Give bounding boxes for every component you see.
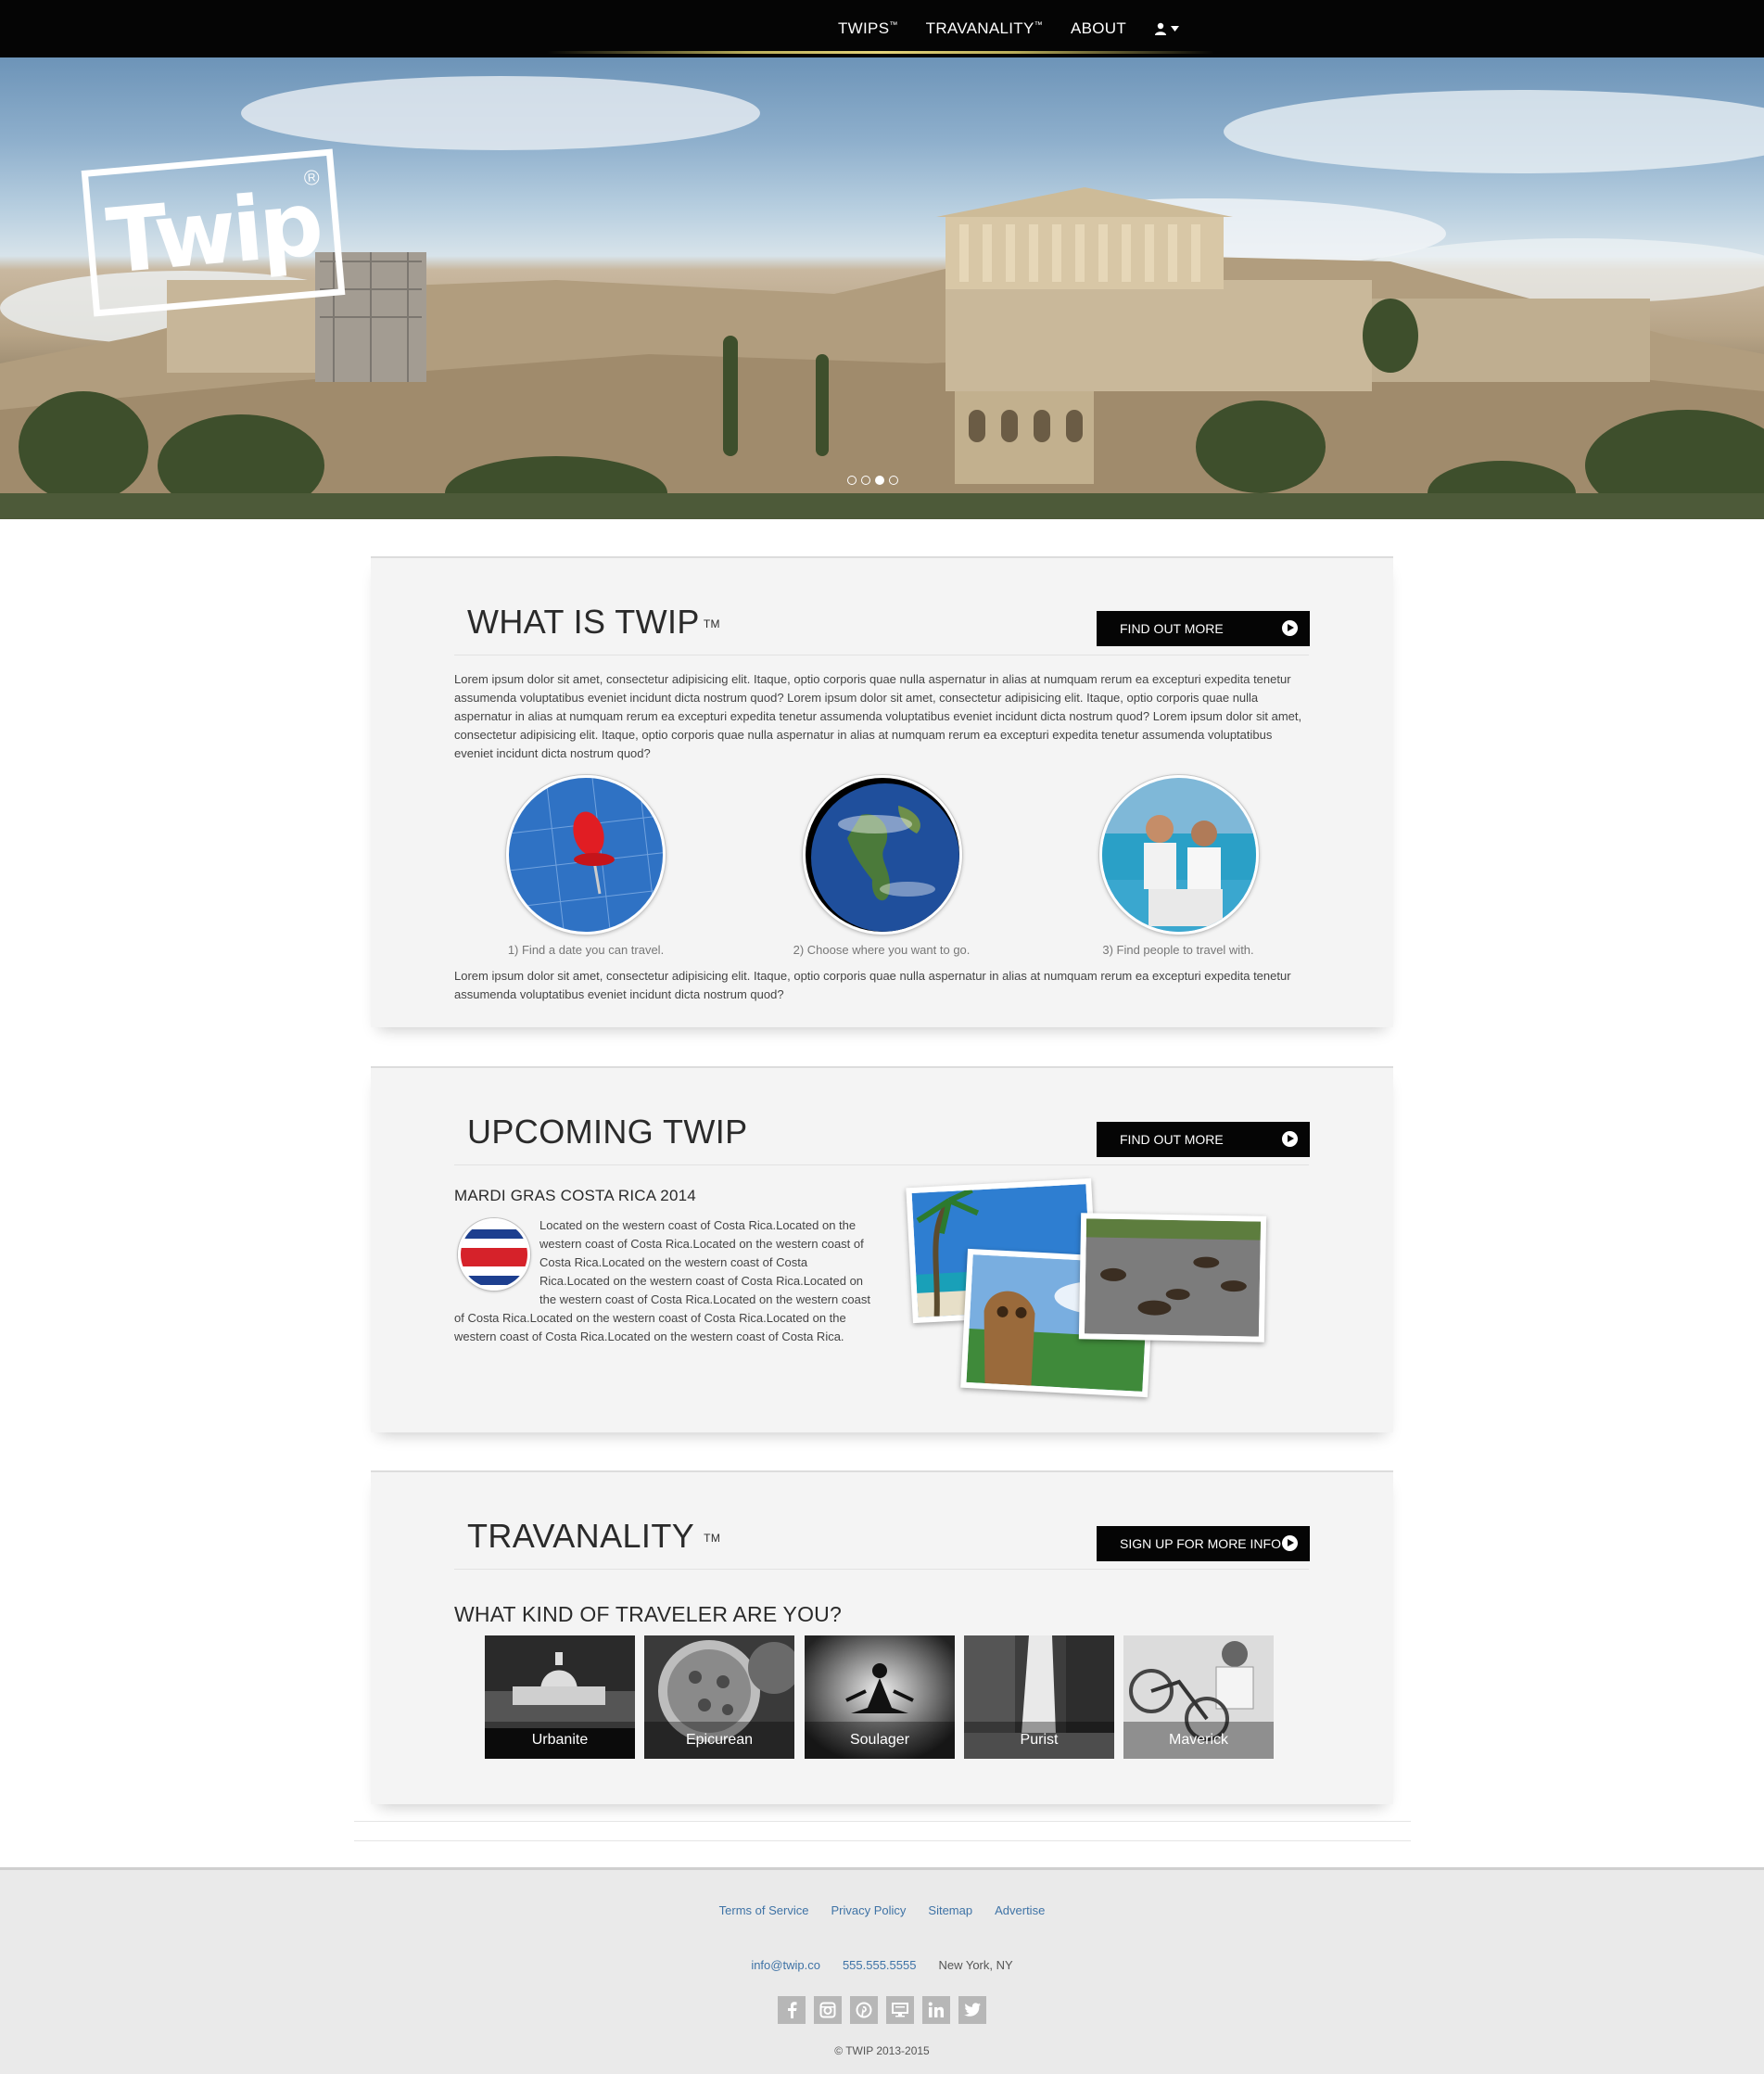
upcoming-find-out-more-button[interactable]: FIND OUT MORE — [1097, 1122, 1310, 1157]
sitemap-link[interactable]: Sitemap — [928, 1903, 972, 1917]
traveler-tile-maverick[interactable]: Maverick — [1123, 1635, 1274, 1759]
section-title: TRAVANALITY TM — [467, 1517, 720, 1556]
logo-wordmark: Twip — [102, 172, 324, 294]
find-out-more-label: FIND OUT MORE — [1120, 621, 1224, 636]
section-divider — [454, 1164, 1309, 1165]
traveler-tile-purist[interactable]: Purist — [964, 1635, 1114, 1759]
traveler-label: Maverick — [1123, 1722, 1274, 1759]
trademark-mark: TM — [704, 1532, 721, 1546]
carousel-dot-1[interactable] — [847, 476, 857, 485]
nav-links: TWIPS™ TRAVANALITY™ ABOUT — [838, 0, 1180, 57]
trip-name: MARDI GRAS COSTA RICA 2014 — [454, 1187, 696, 1204]
step-caption-1: 1) Find a date you can travel. — [507, 943, 665, 957]
carousel-dot-4[interactable] — [889, 476, 898, 485]
what-paragraph-2: Lorem ipsum dolor sit amet, consectetur … — [454, 969, 1291, 1001]
nav-item-twips[interactable]: TWIPS™ — [838, 19, 898, 38]
sign-up-button[interactable]: SIGN UP FOR MORE INFO — [1097, 1526, 1310, 1561]
social-icons — [0, 1996, 1764, 2024]
traveler-label: Purist — [964, 1722, 1114, 1759]
traveler-tile-epicurean[interactable]: Epicurean — [644, 1635, 794, 1759]
nav-item-travanality[interactable]: TRAVANALITY™ — [926, 19, 1043, 38]
arrow-circle-icon — [1282, 1535, 1298, 1551]
nav-item-travanality-tm: ™ — [1034, 19, 1043, 30]
facebook-icon[interactable] — [778, 1996, 806, 2024]
travanality-title-text: TRAVANALITY — [467, 1517, 695, 1555]
travelers-photo — [1102, 778, 1256, 932]
pushpin-calendar-icon — [509, 778, 663, 932]
what-paragraph: Lorem ipsum dolor sit amet, consectetur … — [454, 672, 1302, 760]
costa-rica-flag-icon — [458, 1218, 530, 1291]
what-is-twip-section: WHAT IS TWIP TM FIND OUT MORE Lorem ipsum… — [371, 556, 1393, 1027]
step-caption-2: 2) Choose where you want to go. — [793, 943, 971, 957]
top-navbar: TWIPS™ TRAVANALITY™ ABOUT — [0, 0, 1764, 57]
nav-item-travanality-label: TRAVANALITY — [925, 19, 1034, 37]
registered-mark: R — [303, 169, 320, 186]
user-icon — [1155, 22, 1167, 35]
nav-item-about-label: ABOUT — [1070, 19, 1127, 37]
arrow-circle-icon — [1282, 1131, 1298, 1147]
footer-contact: info@twip.co 555.555.5555 New York, NY — [0, 1958, 1764, 1972]
trip-photo-coatis — [1078, 1213, 1267, 1342]
globe-icon — [806, 778, 959, 932]
twitter-icon[interactable] — [958, 1996, 986, 2024]
nav-item-twips-tm: ™ — [889, 19, 898, 30]
step-caption-3: 3) Find people to travel with. — [1102, 943, 1254, 957]
upcoming-button-label: FIND OUT MORE — [1120, 1132, 1224, 1147]
find-out-more-button[interactable]: FIND OUT MORE — [1097, 611, 1310, 646]
upcoming-title: UPCOMING TWIP — [467, 1113, 748, 1151]
traveler-label: Epicurean — [644, 1722, 794, 1759]
nav-item-about[interactable]: ABOUT — [1071, 19, 1126, 38]
advertise-link[interactable]: Advertise — [995, 1903, 1045, 1917]
linkedin-icon[interactable] — [922, 1996, 950, 2024]
user-menu-dropdown[interactable] — [1154, 22, 1180, 35]
location-text: New York, NY — [938, 1958, 1013, 1972]
carousel-dot-3[interactable] — [875, 476, 884, 485]
nav-underline-glow — [547, 51, 1214, 54]
step-calendar-image — [506, 775, 666, 935]
instagram-icon[interactable] — [814, 1996, 842, 2024]
section-title: WHAT IS TWIP TM — [467, 603, 720, 642]
site-footer: Terms of Service Privacy Policy Sitemap … — [0, 1867, 1764, 2074]
coatis-photo — [1084, 1218, 1262, 1337]
footer-links: Terms of Service Privacy Policy Sitemap … — [0, 1903, 1764, 1917]
twip-logo[interactable]: Twip R — [81, 148, 346, 317]
privacy-policy-link[interactable]: Privacy Policy — [831, 1903, 906, 1917]
carousel-indicators — [847, 476, 898, 485]
caret-down-icon — [1171, 26, 1180, 32]
trademark-mark: TM — [703, 617, 720, 631]
carousel-dot-2[interactable] — [861, 476, 870, 485]
traveler-label: Soulager — [805, 1722, 955, 1759]
traveler-tile-soulager[interactable]: Soulager — [805, 1635, 955, 1759]
pinterest-icon[interactable] — [850, 1996, 878, 2024]
arrow-circle-icon — [1282, 620, 1298, 636]
hero-carousel: Twip R — [0, 57, 1764, 519]
copyright-text: © TWIP 2013-2015 — [834, 2044, 930, 2057]
step-globe-image — [803, 775, 962, 935]
sign-up-label: SIGN UP FOR MORE INFO — [1120, 1536, 1281, 1551]
traveler-question: WHAT KIND OF TRAVELER ARE YOU? — [454, 1602, 842, 1626]
section-divider — [454, 1569, 1309, 1570]
traveler-tile-urbanite[interactable]: Urbanite — [485, 1635, 635, 1759]
email-link[interactable]: info@twip.co — [751, 1958, 820, 1972]
phone-link[interactable]: 555.555.5555 — [843, 1958, 917, 1972]
nav-item-twips-label: TWIPS — [838, 19, 890, 37]
traveler-label: Urbanite — [485, 1722, 635, 1759]
page-divider — [354, 1821, 1411, 1822]
upcoming-twip-section: UPCOMING TWIP FIND OUT MORE MARDI GRAS C… — [371, 1066, 1393, 1432]
terms-of-service-link[interactable]: Terms of Service — [719, 1903, 809, 1917]
step-travelers-image — [1099, 775, 1259, 935]
what-title-text: WHAT IS TWIP — [467, 603, 700, 641]
blog-icon[interactable] — [886, 1996, 914, 2024]
page-divider — [354, 1840, 1411, 1841]
